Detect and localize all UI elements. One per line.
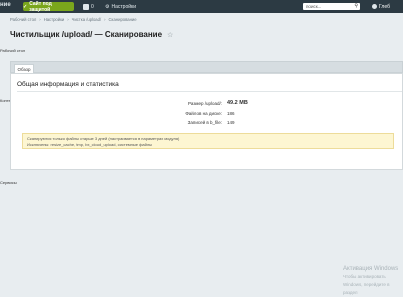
user-name: Глеб — [379, 3, 390, 10]
breadcrumb-separator: › — [104, 17, 106, 22]
user-menu[interactable]: Глеб — [372, 2, 390, 11]
site-protected-button[interactable]: ✓ Сайт под защитой — [23, 0, 74, 13]
info-notice: Сканируются только файлы старше 3 дней (… — [22, 133, 394, 149]
page-title-text: Чистильщик /upload/ — Сканирование — [10, 30, 163, 39]
breadcrumb-item[interactable]: Чистка /upload/ — [72, 17, 101, 22]
notifications-counter[interactable]: 0 — [83, 2, 94, 11]
admin-top-bar: ние ✓ Сайт под защитой 0 ⚙ Настройки пои… — [0, 0, 403, 13]
breadcrumb-item: Сканирование — [108, 17, 137, 22]
stat-value: 49.2 MB — [227, 100, 248, 106]
notifications-icon — [83, 3, 89, 10]
page-title: Чистильщик /upload/ — Сканирование ☆ — [10, 30, 173, 39]
gear-icon: ⚙ — [105, 3, 110, 10]
content-panel: Общая информация и статистика Размер /up… — [10, 73, 403, 170]
tab-label: Обзор — [17, 67, 31, 72]
panel-heading: Общая информация и статистика — [17, 81, 119, 88]
search-placeholder: поиск... — [306, 4, 322, 9]
breadcrumb: Рабочий стол › Настройки › Чистка /uploa… — [10, 17, 137, 22]
breadcrumb-separator: › — [67, 17, 69, 22]
settings-link[interactable]: ⚙ Настройки — [105, 2, 136, 11]
breadcrumb-separator: › — [39, 17, 41, 22]
windows-activation-watermark: Активация Windows Чтобы активировать Win… — [343, 265, 403, 297]
divider — [17, 91, 402, 92]
watermark-line: Активация Windows — [343, 266, 399, 272]
left-nav-item[interactable]: Рабочий стол — [0, 48, 25, 53]
stat-label: Файлов на диске: — [185, 111, 222, 116]
search-input[interactable]: поиск... ⚲ — [303, 3, 360, 10]
watermark-line: Чтобы активировать Windows, перейдите в … — [343, 274, 390, 295]
stat-label: Размер /upload/: — [188, 101, 222, 106]
topbar-cut-label: ние — [0, 2, 11, 8]
search-icon[interactable]: ⚲ — [354, 3, 358, 10]
notifications-count: 0 — [91, 3, 94, 10]
stat-value: 149 — [227, 120, 235, 125]
shield-icon: ✓ — [23, 3, 28, 10]
star-icon[interactable]: ☆ — [167, 31, 173, 39]
site-protected-label: Сайт под защитой — [29, 0, 52, 13]
tab-bar: Обзор — [10, 61, 403, 74]
breadcrumb-item[interactable]: Настройки — [44, 17, 65, 22]
breadcrumb-item[interactable]: Рабочий стол — [10, 17, 36, 22]
left-nav-item[interactable]: Сервисы — [0, 180, 17, 185]
stat-value: 186 — [227, 111, 235, 116]
user-icon — [372, 4, 377, 9]
notice-line: Исключены: resize_cache, tmp, bx_cloud_u… — [27, 141, 153, 147]
settings-label: Настройки — [111, 3, 137, 10]
stat-label: Записей в b_file: — [187, 120, 222, 125]
